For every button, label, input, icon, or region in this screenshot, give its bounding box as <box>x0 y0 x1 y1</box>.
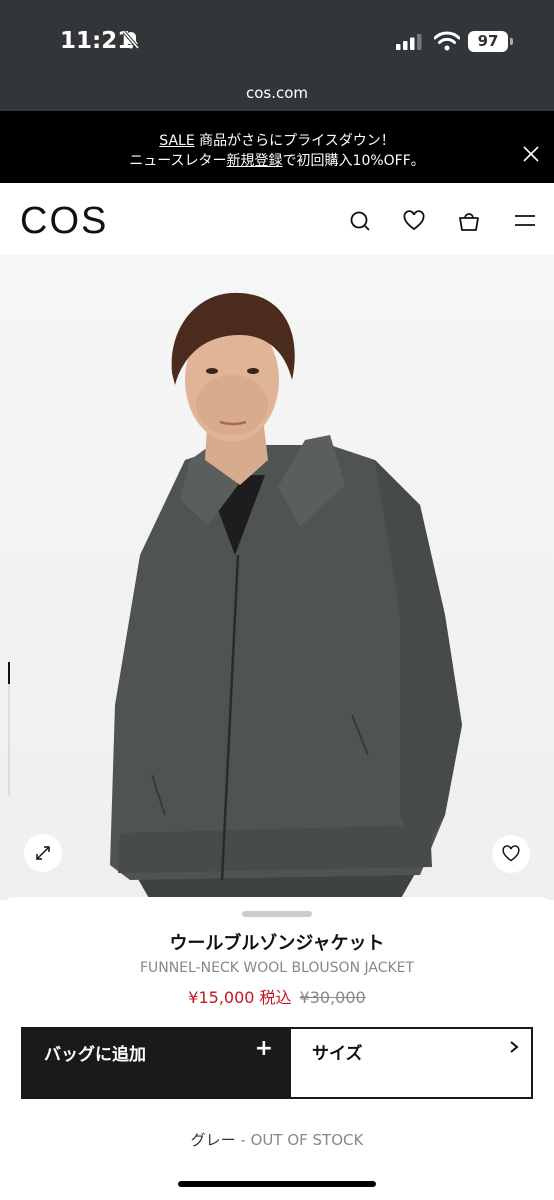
product-name-en: FUNNEL-NECK WOOL BLOUSON JACKET <box>139 960 415 976</box>
wishlist-button[interactable] <box>492 835 530 873</box>
search-icon[interactable] <box>349 210 371 232</box>
sale-price: ¥15,000 税込 <box>188 988 292 1007</box>
battery-icon: 97 <box>468 31 508 52</box>
promo-text-1: 商品がさらにプライスダウン！ <box>194 133 395 149</box>
image-scroll-track <box>8 684 10 796</box>
image-scroll-indicator <box>8 662 10 684</box>
promo-line-1: SALE 商品がさらにプライスダウン！ <box>0 130 554 150</box>
heart-icon <box>502 845 520 862</box>
expand-button[interactable] <box>24 834 62 872</box>
heart-icon[interactable] <box>403 210 425 232</box>
size-selector[interactable]: サイズ <box>289 1027 533 1099</box>
promo-text-2b: で初回購入10%OFF。 <box>282 153 425 169</box>
size-label: サイズ <box>312 1044 363 1064</box>
promo-line-2: ニュースレター新規登録で初回購入10%OFF。 <box>0 150 554 170</box>
signal-icon <box>396 34 422 50</box>
bell-slash-icon <box>122 30 140 50</box>
stock-text: OUT OF STOCK <box>250 1131 364 1149</box>
promo-banner: SALE 商品がさらにプライスダウン！ ニュースレター新規登録で初回購入10%O… <box>0 111 554 183</box>
url-bar[interactable]: cos.com <box>0 80 554 111</box>
sheet-grabber[interactable] <box>242 911 312 917</box>
sale-link[interactable]: SALE <box>159 133 194 149</box>
wifi-icon <box>434 31 460 51</box>
bag-icon[interactable] <box>458 210 480 232</box>
close-icon[interactable] <box>523 146 539 162</box>
price-row: ¥15,000 税込 ¥30,000 <box>0 984 554 1008</box>
add-to-bag-button[interactable]: バッグに追加 + <box>21 1027 290 1099</box>
add-to-bag-label: バッグに追加 <box>44 1045 146 1065</box>
original-price: ¥30,000 <box>299 988 366 1007</box>
product-image[interactable] <box>0 255 554 900</box>
product-name-ja: ウールブルゾンジャケット <box>169 933 385 954</box>
expand-icon <box>36 846 50 860</box>
promo-text-2a: ニュースレター <box>129 153 227 169</box>
chevron-right-icon <box>510 1041 519 1053</box>
stock-separator: - <box>235 1131 251 1149</box>
menu-icon[interactable] <box>514 210 536 232</box>
home-indicator <box>178 1181 376 1187</box>
model-photo <box>0 255 554 900</box>
signup-link[interactable]: 新規登録 <box>227 153 283 169</box>
stock-status: グレー - OUT OF STOCK <box>0 1129 554 1150</box>
color-name: グレー <box>190 1131 236 1149</box>
cos-logo[interactable]: COS <box>20 200 108 243</box>
plus-icon: + <box>254 1036 273 1061</box>
battery-tip <box>510 38 513 45</box>
